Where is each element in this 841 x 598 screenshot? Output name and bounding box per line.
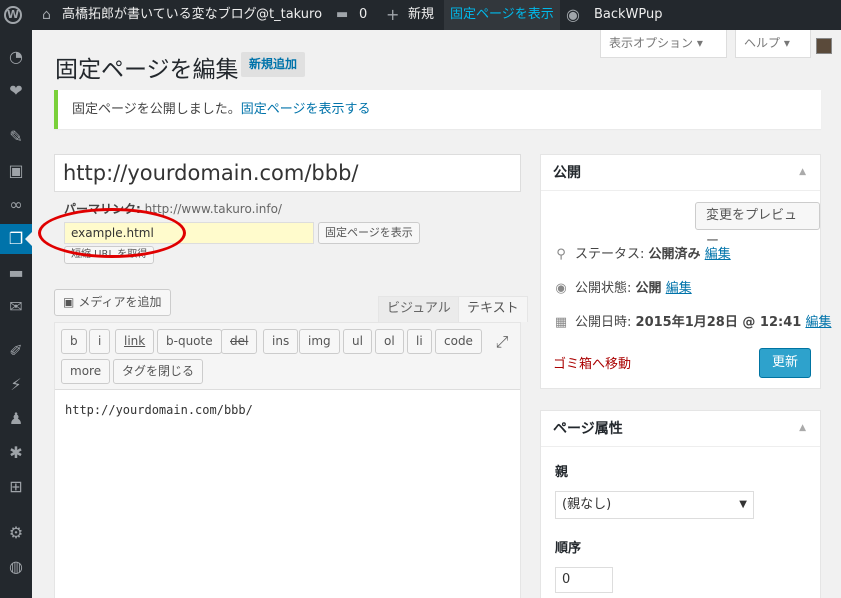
parent-select[interactable]: (親なし) ▼	[555, 491, 754, 519]
post-title-input[interactable]: http://yourdomain.com/bbb/	[54, 154, 521, 192]
status-value: 公開済み	[648, 247, 701, 262]
pin-icon: ⚲	[556, 247, 566, 262]
qt-more-button[interactable]: more	[61, 359, 111, 384]
view-page-link[interactable]: 固定ページを表示	[444, 0, 560, 30]
add-media-button[interactable]: ▣ メディアを追加	[54, 289, 171, 316]
date-row: ▦ 公開日時: 2015年1月28日 @ 12:41 編集	[553, 311, 832, 330]
collapse-icon[interactable]: ▲	[799, 167, 806, 177]
permalink-base: http://www.takuro.info/	[144, 202, 282, 216]
new-content-link[interactable]: 新規	[408, 0, 434, 30]
appearance-icon[interactable]: ✐	[0, 336, 32, 366]
eye-icon: ◉	[555, 281, 567, 296]
pages-icon[interactable]: ❐	[0, 224, 32, 254]
qt-img-button[interactable]: img	[299, 329, 340, 354]
visibility-value: 公開	[635, 281, 662, 296]
media-icon[interactable]: ▣	[0, 156, 32, 186]
wordpress-logo-icon[interactable]	[4, 6, 22, 24]
admin-sidebar: ◔ ❤ ✎ ▣ ∞ ❐ ▬ ✉ ✐ ⚡ ♟ ✱ ⊞ ⚙ ◍	[0, 30, 32, 598]
view-page-button[interactable]: 固定ページを表示	[318, 222, 420, 244]
comments-icon[interactable]: ▬	[336, 0, 348, 30]
move-to-trash-link[interactable]: ゴミ箱へ移動	[553, 353, 631, 372]
user-handle-link[interactable]: @t_takuro	[256, 0, 322, 30]
status-edit-link[interactable]: 編集	[705, 247, 731, 262]
order-label: 順序	[555, 541, 582, 556]
backwpup-icon[interactable]: ◉	[566, 0, 580, 30]
help-button[interactable]: ヘルプ ▾	[735, 30, 811, 58]
plus-icon[interactable]: +	[386, 0, 399, 30]
admin-bar: ⌂ 高橋拓郎が書いている変なブログ @t_takuro ▬ 0 + 新規 固定ペ…	[0, 0, 841, 30]
collapse-icon[interactable]: ▲	[799, 423, 806, 433]
backwpup-link[interactable]: BackWPup	[594, 0, 663, 30]
publish-box-title[interactable]: 公開	[541, 155, 820, 191]
status-row: ⚲ ステータス: 公開済み 編集	[553, 243, 731, 262]
users-icon[interactable]: ♟	[0, 404, 32, 434]
tools-icon[interactable]: ✱	[0, 438, 32, 468]
visibility-edit-link[interactable]: 編集	[666, 281, 692, 296]
tab-text[interactable]: テキスト	[458, 296, 528, 322]
qt-del-button[interactable]: del	[221, 329, 258, 354]
date-label: 公開日時:	[575, 315, 632, 330]
fullscreen-icon[interactable]: ⤢	[491, 331, 513, 353]
editor-content[interactable]: http://yourdomain.com/bbb/	[65, 403, 253, 417]
add-new-button[interactable]: 新規追加	[241, 52, 306, 77]
page-attributes-title[interactable]: ページ属性	[541, 411, 820, 447]
home-icon[interactable]: ⌂	[42, 0, 51, 30]
preview-changes-button[interactable]: 変更をプレビュー	[695, 202, 820, 249]
wordpress-icon[interactable]: ◍	[0, 552, 32, 582]
qt-li-button[interactable]: li	[407, 329, 432, 354]
avatar[interactable]	[816, 38, 832, 54]
slug-input[interactable]: example.html	[64, 222, 314, 244]
order-input[interactable]: 0	[555, 567, 613, 593]
calendar-icon: ▦	[554, 315, 568, 330]
settings2-icon[interactable]: ⚙	[0, 518, 32, 548]
date-edit-link[interactable]: 編集	[805, 315, 831, 330]
tab-visual[interactable]: ビジュアル	[378, 296, 460, 322]
screen-options-button[interactable]: 表示オプション ▾	[600, 30, 727, 58]
page-attributes-box: ページ属性 ▲ 親 (親なし) ▼ 順序 0	[540, 410, 821, 598]
parent-select-value: (親なし)	[562, 497, 612, 512]
qt-close-tags-button[interactable]: タグを閉じる	[113, 359, 204, 384]
media-icon: ▣	[63, 295, 75, 309]
posts-icon[interactable]: ✎	[0, 122, 32, 152]
qt-italic-button[interactable]: i	[89, 329, 111, 354]
add-media-label: メディアを追加	[78, 295, 162, 309]
qt-ol-button[interactable]: ol	[375, 329, 404, 354]
visibility-label: 公開状態:	[575, 281, 632, 296]
parent-label: 親	[555, 465, 569, 480]
permalink-label: パーマリンク:	[64, 202, 141, 216]
comments-count[interactable]: 0	[359, 0, 367, 30]
text-editor: b i link b-quote del ins img ul ol li co…	[54, 322, 521, 598]
site-name-link[interactable]: 高橋拓郎が書いている変なブログ	[62, 0, 257, 30]
shortlink-button[interactable]: 短縮 URL を取得	[64, 246, 155, 264]
feedback-icon[interactable]: ✉	[0, 292, 32, 322]
qt-link-button[interactable]: link	[115, 329, 155, 354]
qt-blockquote-button[interactable]: b-quote	[157, 329, 222, 354]
settings-icon[interactable]: ⊞	[0, 472, 32, 502]
jetpack-icon[interactable]: ❤	[0, 76, 32, 106]
date-value: 2015年1月28日 @ 12:41	[635, 315, 802, 330]
qt-ins-button[interactable]: ins	[263, 329, 299, 354]
update-button[interactable]: 更新	[759, 348, 812, 378]
comments-icon[interactable]: ▬	[0, 258, 32, 288]
plugins-icon[interactable]: ⚡	[0, 370, 32, 400]
links-icon[interactable]: ∞	[0, 190, 32, 220]
notice-view-link[interactable]: 固定ページを表示する	[241, 102, 371, 117]
notice-message: 固定ページを公開しました。	[72, 102, 241, 117]
visibility-row: ◉ 公開状態: 公開 編集	[553, 277, 692, 296]
status-label: ステータス:	[575, 247, 645, 262]
quicktags-toolbar: b i link b-quote del ins img ul ol li co…	[55, 323, 520, 390]
success-notice: 固定ページを公開しました。固定ページを表示する	[54, 90, 821, 129]
dropdown-arrow-icon: ▼	[739, 499, 747, 510]
dashboard-icon[interactable]: ◔	[0, 42, 32, 72]
page-title: 固定ページを編集	[55, 57, 239, 83]
publish-box: 公開 ▲ 変更をプレビュー ⚲ ステータス: 公開済み 編集 ◉ 公開状態: 公開 …	[540, 154, 831, 389]
qt-ul-button[interactable]: ul	[343, 329, 372, 354]
qt-bold-button[interactable]: b	[61, 329, 87, 354]
qt-code-button[interactable]: code	[435, 329, 482, 354]
permalink-row: パーマリンク: http://www.takuro.info/	[64, 200, 282, 217]
